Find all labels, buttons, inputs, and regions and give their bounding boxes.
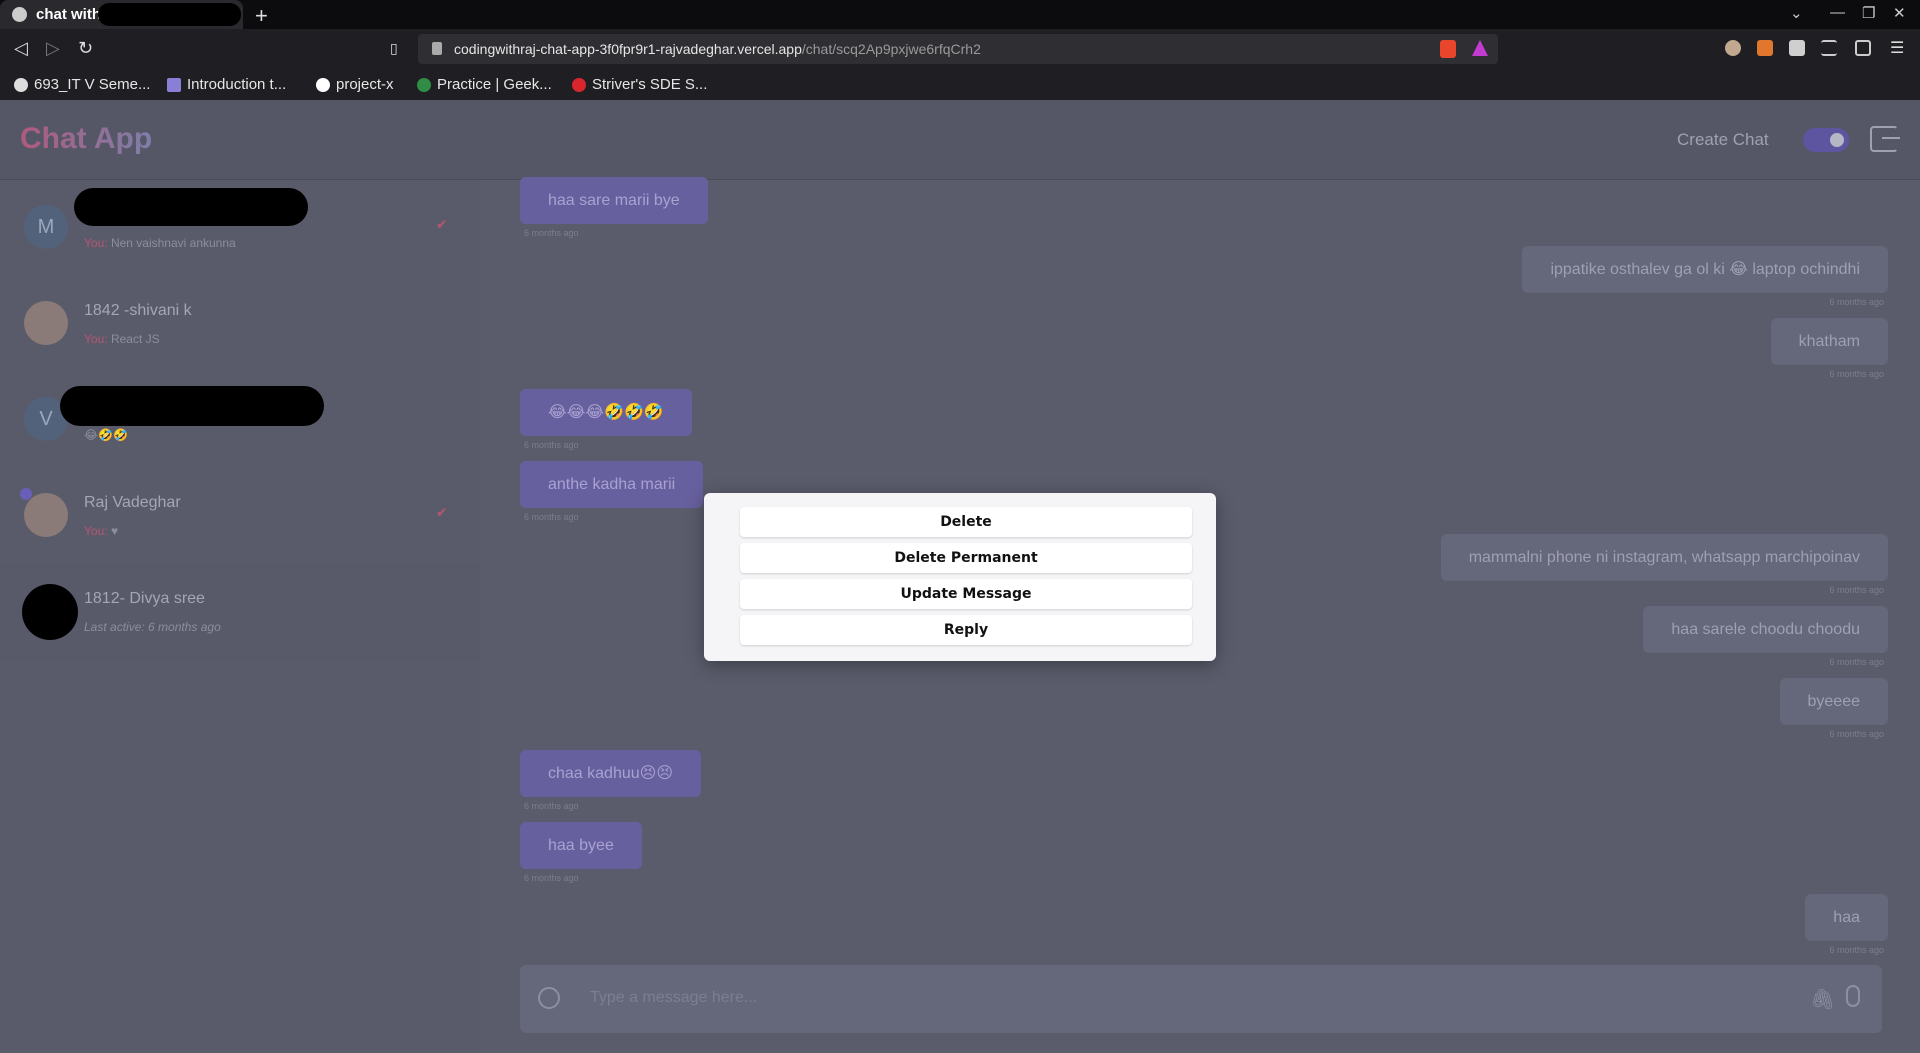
message-time: 6 months ago [1829,945,1884,955]
avatar [24,301,68,345]
url-text[interactable]: codingwithraj-chat-app-3f0fpr9r1-rajvade… [454,41,981,57]
contact-name: 1812- Divya sree [84,590,205,607]
bookmark-icon[interactable]: ▯ [390,40,398,57]
microphone-icon[interactable] [1846,985,1860,1007]
message-composer: 🖇 [520,965,1882,1033]
close-window-button[interactable]: ✕ [1893,4,1906,22]
message-bubble[interactable]: haa sare marii bye [520,177,708,224]
message-bubble[interactable]: khatham [1770,318,1888,365]
message-time: 6 months ago [1829,297,1884,307]
browser-tab[interactable]: chat with [0,0,243,29]
message-bubble[interactable]: haa sarele choodu choodu [1643,606,1888,653]
metamask-icon[interactable] [1757,40,1773,56]
attachment-icon[interactable]: 🖇 [1810,987,1835,1011]
bookmarks-bar: 693_IT V Seme... Introduction t... proje… [0,69,1920,100]
toggle-knob [1830,133,1844,147]
brave-shield-icon[interactable] [1440,40,1456,58]
reply-button[interactable]: Reply [740,615,1192,645]
contact-item[interactable]: Raj Vadeghar You: ♥ ✔ [0,468,480,564]
message-time: 6 months ago [1829,585,1884,595]
logout-icon[interactable] [1870,126,1900,152]
message-time: 6 months ago [524,512,579,522]
geeksforgeeks-icon [417,77,431,92]
puzzle-icon[interactable] [1789,40,1805,56]
maximize-button[interactable]: ❐ [1862,4,1875,22]
read-check-icon: ✔ [436,216,448,232]
message-bubble[interactable]: haa [1805,894,1888,941]
redaction-mark [74,188,308,226]
delete-button[interactable]: Delete [740,507,1192,537]
message-bubble[interactable]: chaa kadhuu😣😣 [520,750,701,797]
minimize-button[interactable]: — [1830,4,1845,21]
address-bar[interactable]: codingwithraj-chat-app-3f0fpr9r1-rajvade… [418,34,1498,64]
message-bubble[interactable]: haa byee [520,822,642,869]
message-time: 6 months ago [524,801,579,811]
menu-icon[interactable]: ☰ [1890,38,1904,58]
playlist-icon[interactable] [1821,40,1837,56]
message-time: 6 months ago [1829,369,1884,379]
tab-title: chat with [36,6,102,23]
read-check-icon: ✔ [436,504,448,520]
online-indicator [20,488,32,500]
bookmark-item[interactable]: Striver's SDE S... [572,76,707,93]
contacts-sidebar: M You: Nen vaishnavi ankunna ✔ 1842 -shi… [0,180,480,1053]
github-icon [316,77,330,92]
redaction-mark [98,3,241,26]
last-active: Last active: 6 months ago [84,620,221,634]
theme-toggle[interactable] [1803,128,1849,152]
message-bubble[interactable]: 😂😂😂🤣🤣🤣 [520,389,692,436]
contact-item[interactable]: 1812- Divya sree Last active: 6 months a… [0,564,480,660]
message-time: 6 months ago [524,228,579,238]
redaction-mark [60,386,324,426]
last-message: You: ♥ [84,524,119,538]
contact-item[interactable]: M You: Nen vaishnavi ankunna ✔ [0,180,480,276]
last-message: 😂🤣🤣 [84,428,128,442]
brave-rewards-icon[interactable] [1472,40,1488,56]
message-time: 6 months ago [1829,729,1884,739]
bookmark-item[interactable]: 693_IT V Seme... [14,76,150,93]
contact-item[interactable]: 1842 -shivani k You: React JS [0,276,480,372]
ethereum-icon [167,77,181,92]
browser-tab-bar: chat with + ⌄ — ❐ ✕ [0,0,1920,29]
message-time: 6 months ago [1829,657,1884,667]
update-message-button[interactable]: Update Message [740,579,1192,609]
contact-name: Raj Vadeghar [84,494,181,511]
bookmark-item[interactable]: Practice | Geek... [417,76,552,93]
forward-button[interactable]: ▷ [46,38,60,59]
avatar [24,493,68,537]
message-bubble[interactable]: mammalni phone ni instagram, whatsapp ma… [1440,534,1888,581]
app-header: Chat App Create Chat [0,100,1920,180]
contact-item[interactable]: V 😂🤣🤣 [0,372,480,468]
contact-name: 1842 -shivani k [84,302,192,319]
lock-icon [432,42,442,55]
browser-toolbar: ◁ ▷ ↻ ▯ codingwithraj-chat-app-3f0fpr9r1… [0,29,1920,69]
avatar [22,584,78,640]
message-options-modal: Delete Delete Permanent Update Message R… [704,493,1216,661]
reload-button[interactable]: ↻ [78,38,93,59]
app-logo[interactable]: Chat App [20,122,152,156]
emoji-icon[interactable] [538,987,560,1009]
globe-icon [12,7,27,22]
bookmark-item[interactable]: project-x [316,76,394,93]
tuf-icon [572,77,586,92]
create-chat-button[interactable]: Create Chat [1677,130,1769,150]
message-bubble[interactable]: byeeee [1779,678,1888,725]
bookmark-item[interactable]: Introduction t... [167,76,286,93]
message-input[interactable] [590,989,1790,1007]
new-tab-button[interactable]: + [255,3,268,29]
message-time: 6 months ago [524,873,579,883]
last-message: You: React JS [84,332,160,346]
message-bubble[interactable]: anthe kadha marii [520,461,704,508]
last-message: You: Nen vaishnavi ankunna [84,236,236,250]
avatar: M [24,205,68,249]
wallet-icon[interactable] [1855,40,1871,56]
message-bubble[interactable]: ippatike osthalev ga ol ki 😂 laptop ochi… [1522,246,1888,293]
tab-search-icon[interactable]: ⌄ [1790,4,1803,22]
back-button[interactable]: ◁ [14,38,28,59]
message-time: 6 months ago [524,440,579,450]
globe-icon [14,77,28,92]
extension-icon[interactable] [1725,40,1741,56]
delete-permanent-button[interactable]: Delete Permanent [740,543,1192,573]
